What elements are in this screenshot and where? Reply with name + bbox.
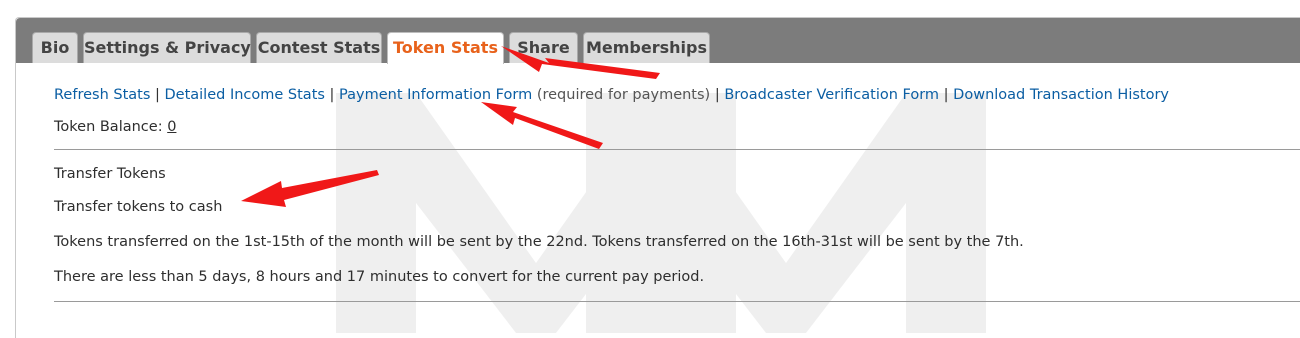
payment-information-form-link[interactable]: Payment Information Form: [339, 87, 532, 103]
token-balance-value[interactable]: 0: [167, 119, 176, 135]
download-transaction-history-link[interactable]: Download Transaction History: [953, 87, 1169, 103]
tab-bio[interactable]: Bio: [32, 32, 78, 63]
token-balance-label: Token Balance:: [54, 119, 163, 135]
separator: |: [943, 87, 949, 103]
detailed-income-stats-link[interactable]: Detailed Income Stats: [165, 87, 325, 103]
transfer-tokens-to-cash-link[interactable]: Transfer tokens to cash: [54, 199, 222, 215]
tab-share[interactable]: Share: [509, 32, 578, 63]
separator: |: [329, 87, 335, 103]
watermark-logo: [336, 93, 986, 333]
tab-settings-privacy[interactable]: Settings & Privacy: [83, 32, 251, 63]
tab-contest-stats[interactable]: Contest Stats: [256, 32, 382, 63]
transfer-schedule-text: Tokens transferred on the 1st-15th of th…: [54, 234, 1024, 250]
profile-panel: Bio Settings & Privacy Contest Stats Tok…: [15, 17, 1300, 338]
refresh-stats-link[interactable]: Refresh Stats: [54, 87, 150, 103]
transfer-tokens-heading: Transfer Tokens: [54, 166, 166, 182]
pay-period-deadline-text: There are less than 5 days, 8 hours and …: [54, 269, 705, 285]
tab-bar: Bio Settings & Privacy Contest Stats Tok…: [16, 18, 1300, 64]
stats-links-row: Refresh Stats | Detailed Income Stats | …: [54, 87, 1169, 103]
tab-memberships[interactable]: Memberships: [583, 32, 710, 63]
tab-token-stats[interactable]: Token Stats: [387, 32, 504, 64]
token-balance: Token Balance: 0: [54, 119, 176, 135]
divider: [54, 301, 1300, 302]
broadcaster-verification-form-link[interactable]: Broadcaster Verification Form: [724, 87, 939, 103]
payment-note: (required for payments): [536, 87, 711, 103]
separator: |: [714, 87, 720, 103]
divider: [54, 149, 1300, 150]
separator: |: [155, 87, 160, 103]
